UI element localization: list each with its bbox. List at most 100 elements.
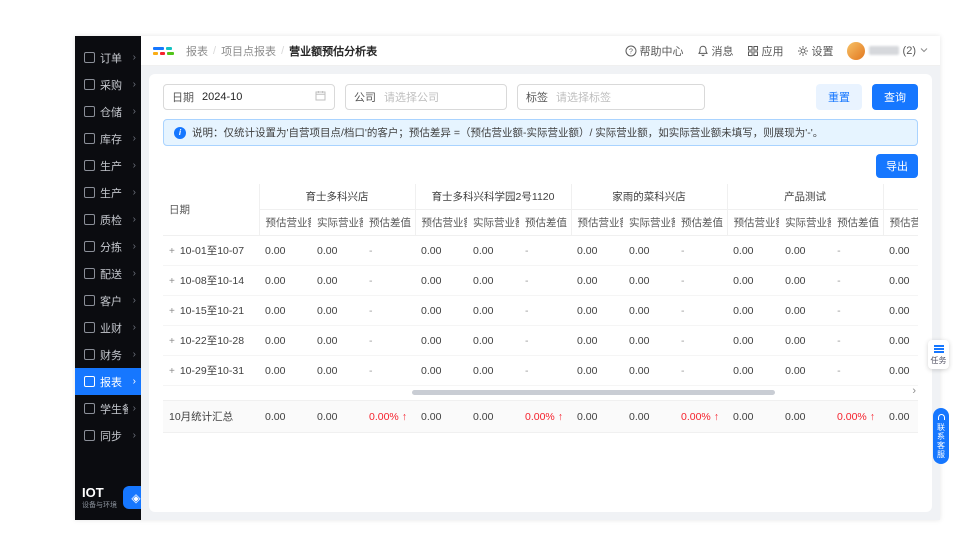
cell: 0.00: [623, 295, 676, 326]
sidebar-item-warehouse[interactable]: 仓储 ›: [75, 98, 141, 125]
company-filter-placeholder: 请选择公司: [384, 92, 439, 104]
reset-button[interactable]: 重置: [816, 84, 862, 110]
column-header: 预估营业额: [570, 209, 624, 236]
column-header: 实际营业额: [623, 209, 676, 236]
cell: 0.00: [415, 355, 468, 386]
tag-filter[interactable]: 标签 请选择标签: [517, 84, 705, 110]
delivery-icon: [84, 268, 95, 279]
cell: 0.00: [727, 265, 780, 296]
cell: 0.00: [311, 325, 363, 356]
sidebar-item-label: 分拣: [100, 241, 122, 254]
sidebar-item-report[interactable]: 报表 ›: [75, 368, 141, 395]
sidebar-item-orders[interactable]: 订单 ›: [75, 44, 141, 71]
table-row: +10-01至10-07 0.00 0.00-0.00 0.00-0.00 0.00-0…: [163, 235, 918, 266]
sidebar-item-production-2[interactable]: 生产 ›: [75, 179, 141, 206]
sidebar-item-student-meal[interactable]: 学生餐 ›: [75, 395, 141, 422]
breadcrumb-item-site-reports[interactable]: 项目点报表: [221, 43, 276, 59]
row-date-cell: +10-29至10-31: [163, 355, 259, 386]
sidebar-item-business-finance[interactable]: 业财 ›: [75, 314, 141, 341]
cell: -: [831, 265, 884, 296]
customer-service-label: 联系客服: [936, 422, 946, 459]
summary-label: 10月统计汇总: [163, 400, 259, 433]
customer-service-button[interactable]: 联系客服: [933, 408, 949, 464]
sidebar-item-delivery[interactable]: 配送 ›: [75, 260, 141, 287]
column-header-date: 日期: [163, 184, 259, 236]
sidebar-item-purchase[interactable]: 采购 ›: [75, 71, 141, 98]
cell: 0.00: [779, 355, 832, 386]
business-finance-icon: [84, 322, 95, 333]
export-button[interactable]: 导出: [876, 154, 918, 178]
cell: -: [675, 355, 728, 386]
cell: 0.00: [467, 295, 520, 326]
query-button[interactable]: 查询: [872, 84, 918, 110]
settings-button[interactable]: 设置: [797, 43, 834, 59]
sidebar-item-label: 财务: [100, 349, 122, 362]
expand-icon[interactable]: +: [169, 336, 175, 347]
company-filter[interactable]: 公司 请选择公司: [345, 84, 507, 110]
sidebar-logo: IOT 设备与环境 ◈: [75, 480, 149, 520]
cell: 0.00: [727, 295, 780, 326]
apps-button[interactable]: 应用: [747, 43, 784, 59]
summary-cell: 0.00: [883, 400, 918, 433]
tasks-label: 任务: [930, 356, 947, 365]
expand-icon[interactable]: +: [169, 306, 175, 317]
app-window: 订单 › 采购 › 仓储 › 库存 › 生产 › 生产 › 质检 › 分拣 › 配送 › 客户 › 业财 › 财务 › 报表 › 学…: [75, 36, 940, 520]
expand-icon[interactable]: +: [169, 366, 175, 377]
help-center-button[interactable]: ? 帮助中心: [625, 43, 684, 59]
tag-filter-placeholder: 请选择标签: [556, 92, 611, 104]
cell: 0.00: [571, 295, 624, 326]
cell: 0.00: [571, 265, 624, 296]
cell: 0.00: [259, 265, 311, 296]
messages-button[interactable]: 消息: [697, 43, 734, 59]
sidebar-item-label: 报表: [100, 376, 122, 389]
sidebar-item-quality[interactable]: 质检 ›: [75, 206, 141, 233]
expand-icon[interactable]: +: [169, 276, 175, 287]
cell: 0.00: [883, 265, 918, 296]
sidebar-item-label: 配送: [100, 268, 122, 281]
breadcrumb-item-reports[interactable]: 报表: [186, 43, 208, 59]
cell: 0.00: [571, 325, 624, 356]
chevron-right-icon: ›: [132, 429, 136, 441]
sidebar-item-inventory[interactable]: 库存 ›: [75, 125, 141, 152]
horizontal-scrollbar[interactable]: ›: [163, 385, 918, 398]
summary-cell: 0.00: [311, 400, 363, 433]
column-header: 预估差值: [519, 209, 572, 236]
sidebar-item-sorting[interactable]: 分拣 ›: [75, 233, 141, 260]
column-header: 预估营业额: [258, 209, 311, 236]
summary-cell: 0.00: [727, 400, 779, 433]
tasks-widget[interactable]: 任务: [928, 340, 949, 369]
group-header: 育士多科兴科学园2号1120: [414, 184, 572, 210]
cell: 0.00: [779, 265, 832, 296]
scrollbar-thumb[interactable]: [412, 390, 775, 395]
sidebar-item-finance[interactable]: 财务 ›: [75, 341, 141, 368]
cell: -: [363, 325, 416, 356]
summary-cell: 0.00: [623, 400, 675, 433]
page-title: 营业额预估分析表: [289, 45, 378, 58]
user-menu[interactable]: (2): [846, 41, 928, 60]
column-header: 实际营业额: [311, 209, 363, 236]
orders-icon: [84, 52, 95, 63]
messages-label: 消息: [711, 45, 734, 58]
tag-filter-label: 标签: [526, 92, 548, 104]
sidebar-item-production[interactable]: 生产 ›: [75, 152, 141, 179]
sidebar-item-customer[interactable]: 客户 ›: [75, 287, 141, 314]
chevron-right-icon: ›: [132, 78, 136, 90]
chevron-down-icon: [920, 45, 928, 57]
scroll-right-icon[interactable]: ›: [912, 385, 916, 397]
row-date: 10-15至10-21: [179, 305, 245, 317]
cell: 0.00: [467, 355, 520, 386]
summary-cell: 0.00: [415, 400, 467, 433]
logo-subtitle: 设备与环境: [82, 502, 117, 509]
sidebar-item-label: 生产: [100, 187, 122, 200]
summary-cell: 0.00% ↑: [831, 400, 883, 433]
row-date-cell: +10-15至10-21: [163, 295, 259, 326]
chevron-right-icon: ›: [132, 321, 136, 333]
production-icon: [84, 160, 95, 171]
sidebar-item-sync[interactable]: 同步 ›: [75, 422, 141, 449]
expand-icon[interactable]: +: [169, 246, 175, 257]
cell: 0.00: [311, 265, 363, 296]
cell: -: [831, 325, 884, 356]
svg-text:?: ?: [629, 48, 633, 55]
sidebar-item-label: 生产: [100, 160, 122, 173]
date-filter[interactable]: 日期 2024-10: [163, 84, 335, 110]
